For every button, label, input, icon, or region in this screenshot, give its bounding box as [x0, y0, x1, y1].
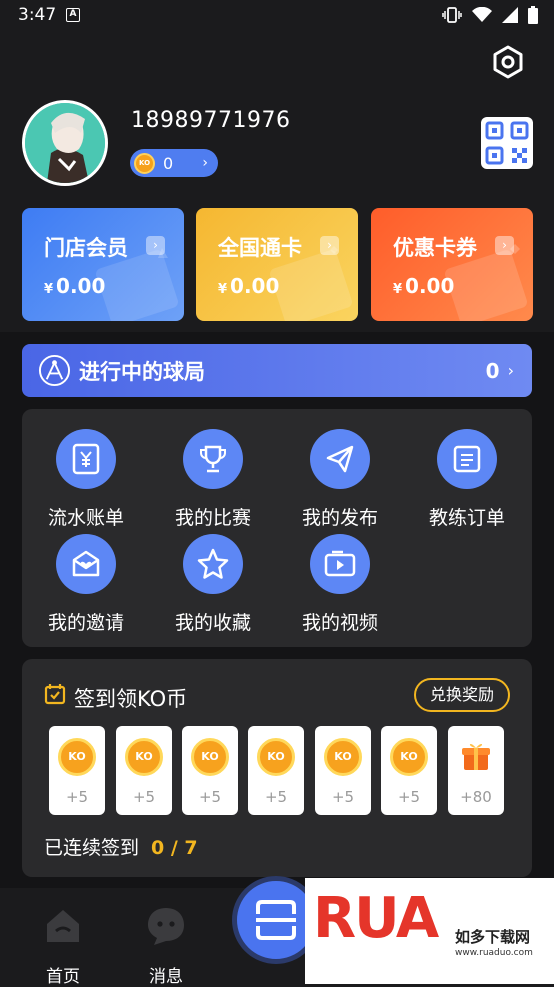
menu-item-coach-orders[interactable]: 教练订单 [412, 429, 522, 529]
checkin-day[interactable]: KO +5 [182, 726, 238, 815]
menu-item-label: 我的比赛 [174, 507, 251, 529]
checkin-points: +5 [331, 788, 355, 806]
feature-menu: 流水账单 我的比赛 我的发布 教练订单 我的邀请 我的收藏 我的视频 [22, 409, 532, 647]
scan-icon [256, 900, 296, 940]
chevron-right-icon: › [507, 361, 514, 380]
ko-coin-icon: KO [324, 738, 362, 776]
chevron-right-icon: › [202, 155, 208, 171]
battery-icon [528, 6, 538, 24]
national-card[interactable]: 全国通卡 › ¥0.00 [196, 208, 358, 321]
wifi-icon [472, 7, 492, 22]
menu-item-posts[interactable]: 我的发布 [285, 429, 395, 529]
menu-item-bills[interactable]: 流水账单 [31, 429, 141, 529]
card-amount: ¥0.00 [44, 274, 106, 298]
avatar[interactable] [22, 100, 108, 186]
card-amount: ¥0.00 [393, 274, 455, 298]
bill-icon [72, 443, 100, 475]
ko-coin-icon: KO [257, 738, 295, 776]
checkin-points: +5 [65, 788, 89, 806]
tab-label: 首页 [46, 967, 80, 987]
menu-item-invites[interactable]: 我的邀请 [31, 534, 141, 634]
watermark: RUA 如多下载网 www.ruaduo.com [305, 878, 554, 984]
settings-hex-icon [493, 45, 523, 79]
games-in-progress-count: 0 [485, 358, 500, 383]
checkin-panel: 签到领KO币 兑换奖励 KO +5 KO +5 KO +5 KO +5 KO +… [22, 659, 532, 877]
checkin-day[interactable]: KO +5 [49, 726, 105, 815]
watermark-logo: RUA [313, 886, 439, 951]
ko-coin-icon: KO [125, 738, 163, 776]
menu-item-videos[interactable]: 我的视频 [285, 534, 395, 634]
games-in-progress-bar[interactable]: 进行中的球局 0 › [22, 344, 532, 397]
qr-code-button[interactable] [481, 117, 533, 169]
status-bar: 3:47 A [0, 0, 554, 32]
tab-label: 消息 [149, 967, 183, 987]
user-phone: 18989771976 [131, 108, 291, 133]
avatar-image [25, 103, 105, 183]
menu-item-label: 流水账单 [47, 507, 124, 529]
trophy-icon [200, 445, 226, 473]
system-icons [442, 6, 538, 24]
checkin-streak: 已连续签到 0 / 7 [44, 833, 198, 860]
ko-coin-icon: KO [134, 152, 155, 174]
court-icon [38, 354, 71, 387]
card-title: 优惠卡券 [393, 236, 477, 260]
checkin-points: +5 [132, 788, 156, 806]
checkin-day[interactable]: KO +5 [315, 726, 371, 815]
ko-coin-icon: KO [390, 738, 428, 776]
card-arrow-icon: › [146, 236, 165, 255]
watermark-text: 如多下载网 [455, 928, 531, 946]
video-icon [324, 550, 356, 577]
redeem-rewards-button[interactable]: 兑换奖励 [414, 678, 510, 712]
status-time: 3:47 [18, 5, 57, 25]
card-arrow-icon: › [320, 236, 339, 255]
games-in-progress-label: 进行中的球局 [79, 359, 205, 384]
star-icon [197, 548, 229, 579]
tab-home[interactable]: 首页 [33, 904, 93, 987]
checkin-day[interactable]: KO +5 [381, 726, 437, 815]
ko-balance-button[interactable]: KO 0 › [130, 149, 218, 177]
gift-icon [462, 743, 490, 770]
checkin-points: +5 [198, 788, 222, 806]
ko-coin-icon: KO [191, 738, 229, 776]
order-icon [453, 445, 481, 473]
checkin-points: +5 [264, 788, 288, 806]
settings-button[interactable] [490, 44, 526, 80]
streak-value: 0 / 7 [151, 837, 198, 859]
menu-item-label: 我的发布 [301, 507, 378, 529]
ko-coin-icon: KO [58, 738, 96, 776]
signal-icon [502, 7, 518, 23]
menu-item-label: 我的邀请 [47, 612, 124, 634]
vibrate-icon [442, 7, 462, 23]
menu-item-label: 我的视频 [301, 612, 378, 634]
checkin-title: 签到领KO币 [74, 687, 188, 711]
ko-balance-value: 0 [163, 153, 174, 173]
home-icon [47, 910, 79, 942]
checkin-day[interactable]: KO +5 [116, 726, 172, 815]
invite-icon [72, 550, 100, 577]
menu-item-favorites[interactable]: 我的收藏 [158, 534, 268, 634]
checkin-day[interactable]: KO +5 [248, 726, 304, 815]
card-title: 门店会员 [44, 236, 128, 260]
message-icon [148, 908, 184, 945]
card-title: 全国通卡 [218, 236, 302, 260]
calendar-check-icon [44, 684, 66, 705]
tab-messages[interactable]: 消息 [136, 904, 196, 987]
checkin-points: +80 [460, 788, 492, 806]
send-icon [326, 445, 354, 473]
menu-item-label: 我的收藏 [174, 612, 251, 634]
checkin-points: +5 [397, 788, 421, 806]
qr-code-icon [485, 121, 529, 165]
checkin-day-bonus[interactable]: +80 [448, 726, 504, 815]
streak-label: 已连续签到 [44, 837, 140, 859]
watermark-url: www.ruaduo.com [455, 948, 533, 958]
menu-item-matches[interactable]: 我的比赛 [158, 429, 268, 529]
card-amount: ¥0.00 [218, 274, 280, 298]
store-member-card[interactable]: 门店会员 › ¥0.00 [22, 208, 184, 321]
menu-item-label: 教练订单 [428, 507, 505, 529]
card-arrow-icon: › [495, 236, 514, 255]
coupon-card[interactable]: 优惠卡券 › ¥0.00 [371, 208, 533, 321]
notification-a-icon: A [66, 8, 80, 22]
